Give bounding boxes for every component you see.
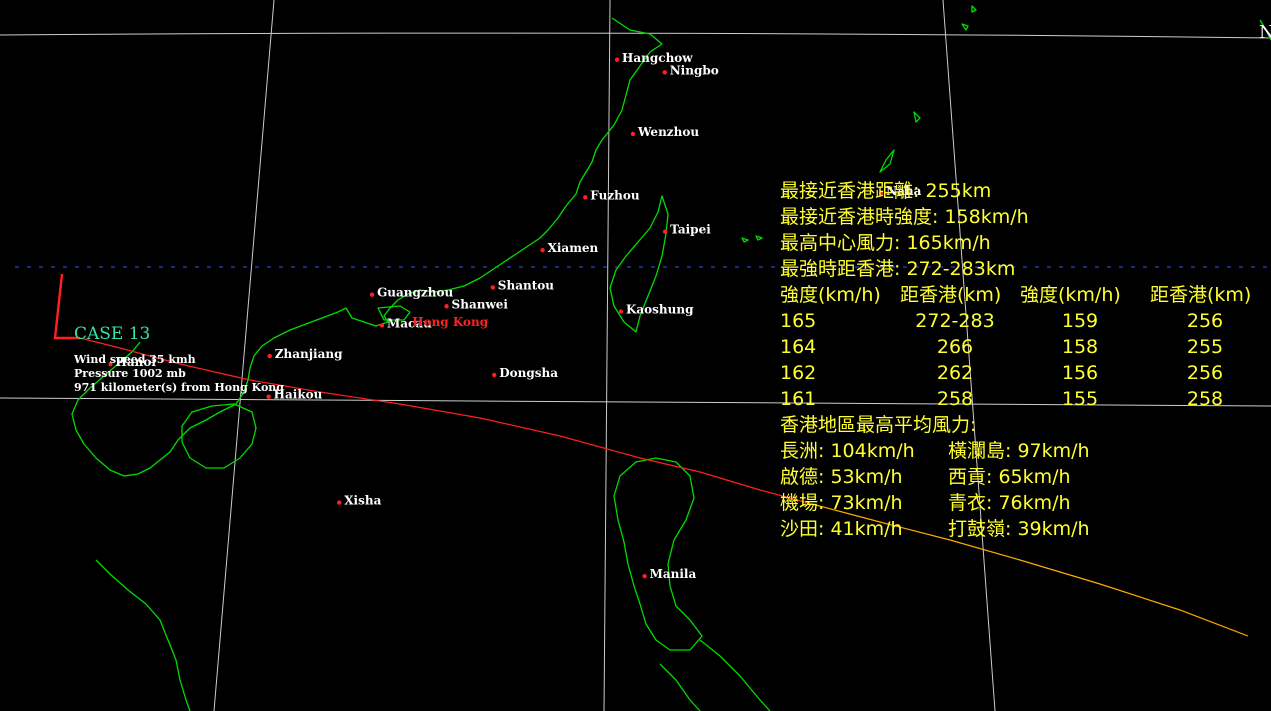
city-label: Taipei	[670, 223, 711, 237]
city-label: Guangzhou	[377, 286, 453, 300]
table-cell: 155	[1061, 388, 1099, 410]
city-dot	[614, 57, 620, 62]
city-label: Xiamen	[548, 241, 599, 255]
city-dot	[662, 70, 667, 75]
closest-intensity: 最接近香港時強度: 158km/h	[780, 206, 1029, 228]
table-cell: 161	[780, 388, 817, 410]
city-label: Ningbo	[670, 63, 719, 77]
table-row: 165 272-283 159 256	[780, 308, 1260, 334]
hong-kong-marker: Hong Kong	[412, 315, 489, 329]
city-dot	[662, 229, 668, 234]
table-cell: 164	[780, 336, 817, 358]
table-cell: 258	[936, 388, 974, 410]
header-intensity-1: 強度(km/h)	[780, 284, 881, 306]
graticule-line	[603, 0, 611, 711]
city-label: Zhanjiang	[275, 347, 343, 361]
header-intensity-2: 強度(km/h)	[1020, 284, 1121, 306]
city-label: Manila	[650, 567, 697, 581]
city-label: Fuzhou	[590, 188, 640, 202]
city-dot	[379, 323, 385, 328]
table-cell: 156	[1061, 362, 1099, 384]
table-header: 強度(km/h) 距香港(km) 強度(km/h) 距香港(km)	[780, 282, 1260, 308]
header-distance-1: 距香港(km)	[900, 284, 1002, 306]
city-dot	[583, 195, 588, 200]
indochina-coast	[95, 559, 191, 711]
city-dot	[267, 353, 272, 359]
closest-distance: 最接近香港距離: 255km	[780, 180, 992, 202]
hk-wind-station: 啟德: 53km/h	[780, 466, 903, 488]
statistics-panel: 最接近香港距離: 255km 最接近香港時強度: 158km/h 最高中心風力:…	[780, 178, 1260, 542]
okinawa-coast	[879, 149, 895, 173]
city-label: Kaoshung	[626, 303, 694, 317]
city-label: Shanwei	[452, 297, 509, 311]
hk-wind-station: 打鼓嶺: 39km/h	[948, 518, 1090, 540]
max-distance: 最強時距香港: 272-283km	[780, 258, 1016, 280]
hk-wind-station: 青衣: 76km/h	[948, 492, 1071, 514]
map-viewport: Hangchow Ningbo Wenzhou Fuzhou Naha Taipei Xia…	[0, 0, 1271, 711]
hk-winds-title: 香港地區最高平均風力:	[780, 414, 977, 436]
case-title: CASE 13	[74, 324, 150, 344]
case-pressure: Pressure 1002 mb	[74, 367, 186, 380]
hk-wind-row: 啟德: 53km/h 西貢: 65km/h	[780, 464, 1260, 490]
ryukyu-islands	[961, 23, 969, 31]
city-dot	[618, 309, 624, 314]
ryukyu-islands	[741, 237, 749, 243]
table-row: 161 258 155 258	[780, 386, 1260, 412]
city-label: Wenzhou	[637, 125, 699, 139]
city-dot	[642, 574, 647, 579]
city-label: Xisha	[344, 494, 381, 508]
max-wind: 最高中心風力: 165km/h	[780, 232, 991, 254]
city-dot	[444, 304, 449, 309]
header-distance-2: 距香港(km)	[1150, 284, 1252, 306]
hainan-coast	[181, 403, 257, 469]
case-wind: Wind speed 35 kmh	[73, 353, 196, 366]
graticule-line	[213, 0, 275, 711]
hk-wind-station: 機場: 73km/h	[780, 492, 903, 514]
case-distance: 971 kilometer(s) from Hong Kong	[74, 381, 284, 394]
philippines-islands	[659, 663, 701, 711]
table-row: 162 262 156 256	[780, 360, 1260, 386]
city-label: Dongsha	[499, 366, 558, 380]
hong-kong-label: Hong Kong	[412, 315, 489, 329]
table-cell: 262	[936, 362, 974, 384]
graticule-line	[0, 32, 1271, 39]
table-row: 164 266 158 255	[780, 334, 1260, 360]
table-cell: 266	[936, 336, 974, 358]
table-cell: 272-283	[915, 310, 995, 332]
hk-wind-row: 長洲: 104km/h 橫瀾島: 97km/h	[780, 438, 1260, 464]
ryukyu-islands	[755, 235, 763, 241]
ryukyu-islands	[971, 5, 977, 13]
table-cell: 165	[780, 310, 817, 332]
hk-wind-row: 機場: 73km/h 青衣: 76km/h	[780, 490, 1260, 516]
hk-wind-row: 沙田: 41km/h 打鼓嶺: 39km/h	[780, 516, 1260, 542]
city-label: Shantou	[498, 278, 554, 292]
hk-wind-station: 沙田: 41km/h	[780, 518, 903, 540]
hk-wind-station: 西貢: 65km/h	[948, 466, 1071, 488]
table-cell: 255	[1186, 336, 1224, 358]
city-dot	[337, 500, 342, 505]
corner-label: N	[1259, 22, 1271, 43]
philippines-islands	[699, 639, 771, 711]
city-dot	[630, 131, 636, 137]
table-cell: 158	[1061, 336, 1099, 358]
hk-wind-station: 橫瀾島: 97km/h	[948, 440, 1090, 462]
luzon-coast	[613, 457, 703, 651]
table-cell: 256	[1186, 310, 1224, 332]
city-dot	[369, 292, 375, 297]
table-cell: 258	[1186, 388, 1224, 410]
ryukyu-islands	[913, 111, 921, 123]
city-dot	[540, 247, 545, 253]
table-cell: 159	[1061, 310, 1099, 332]
city-dot	[266, 394, 271, 399]
city-dot	[492, 372, 497, 378]
city-dot	[490, 285, 496, 290]
table-cell: 162	[780, 362, 817, 384]
table-cell: 256	[1186, 362, 1224, 384]
hk-wind-station: 長洲: 104km/h	[780, 440, 915, 462]
